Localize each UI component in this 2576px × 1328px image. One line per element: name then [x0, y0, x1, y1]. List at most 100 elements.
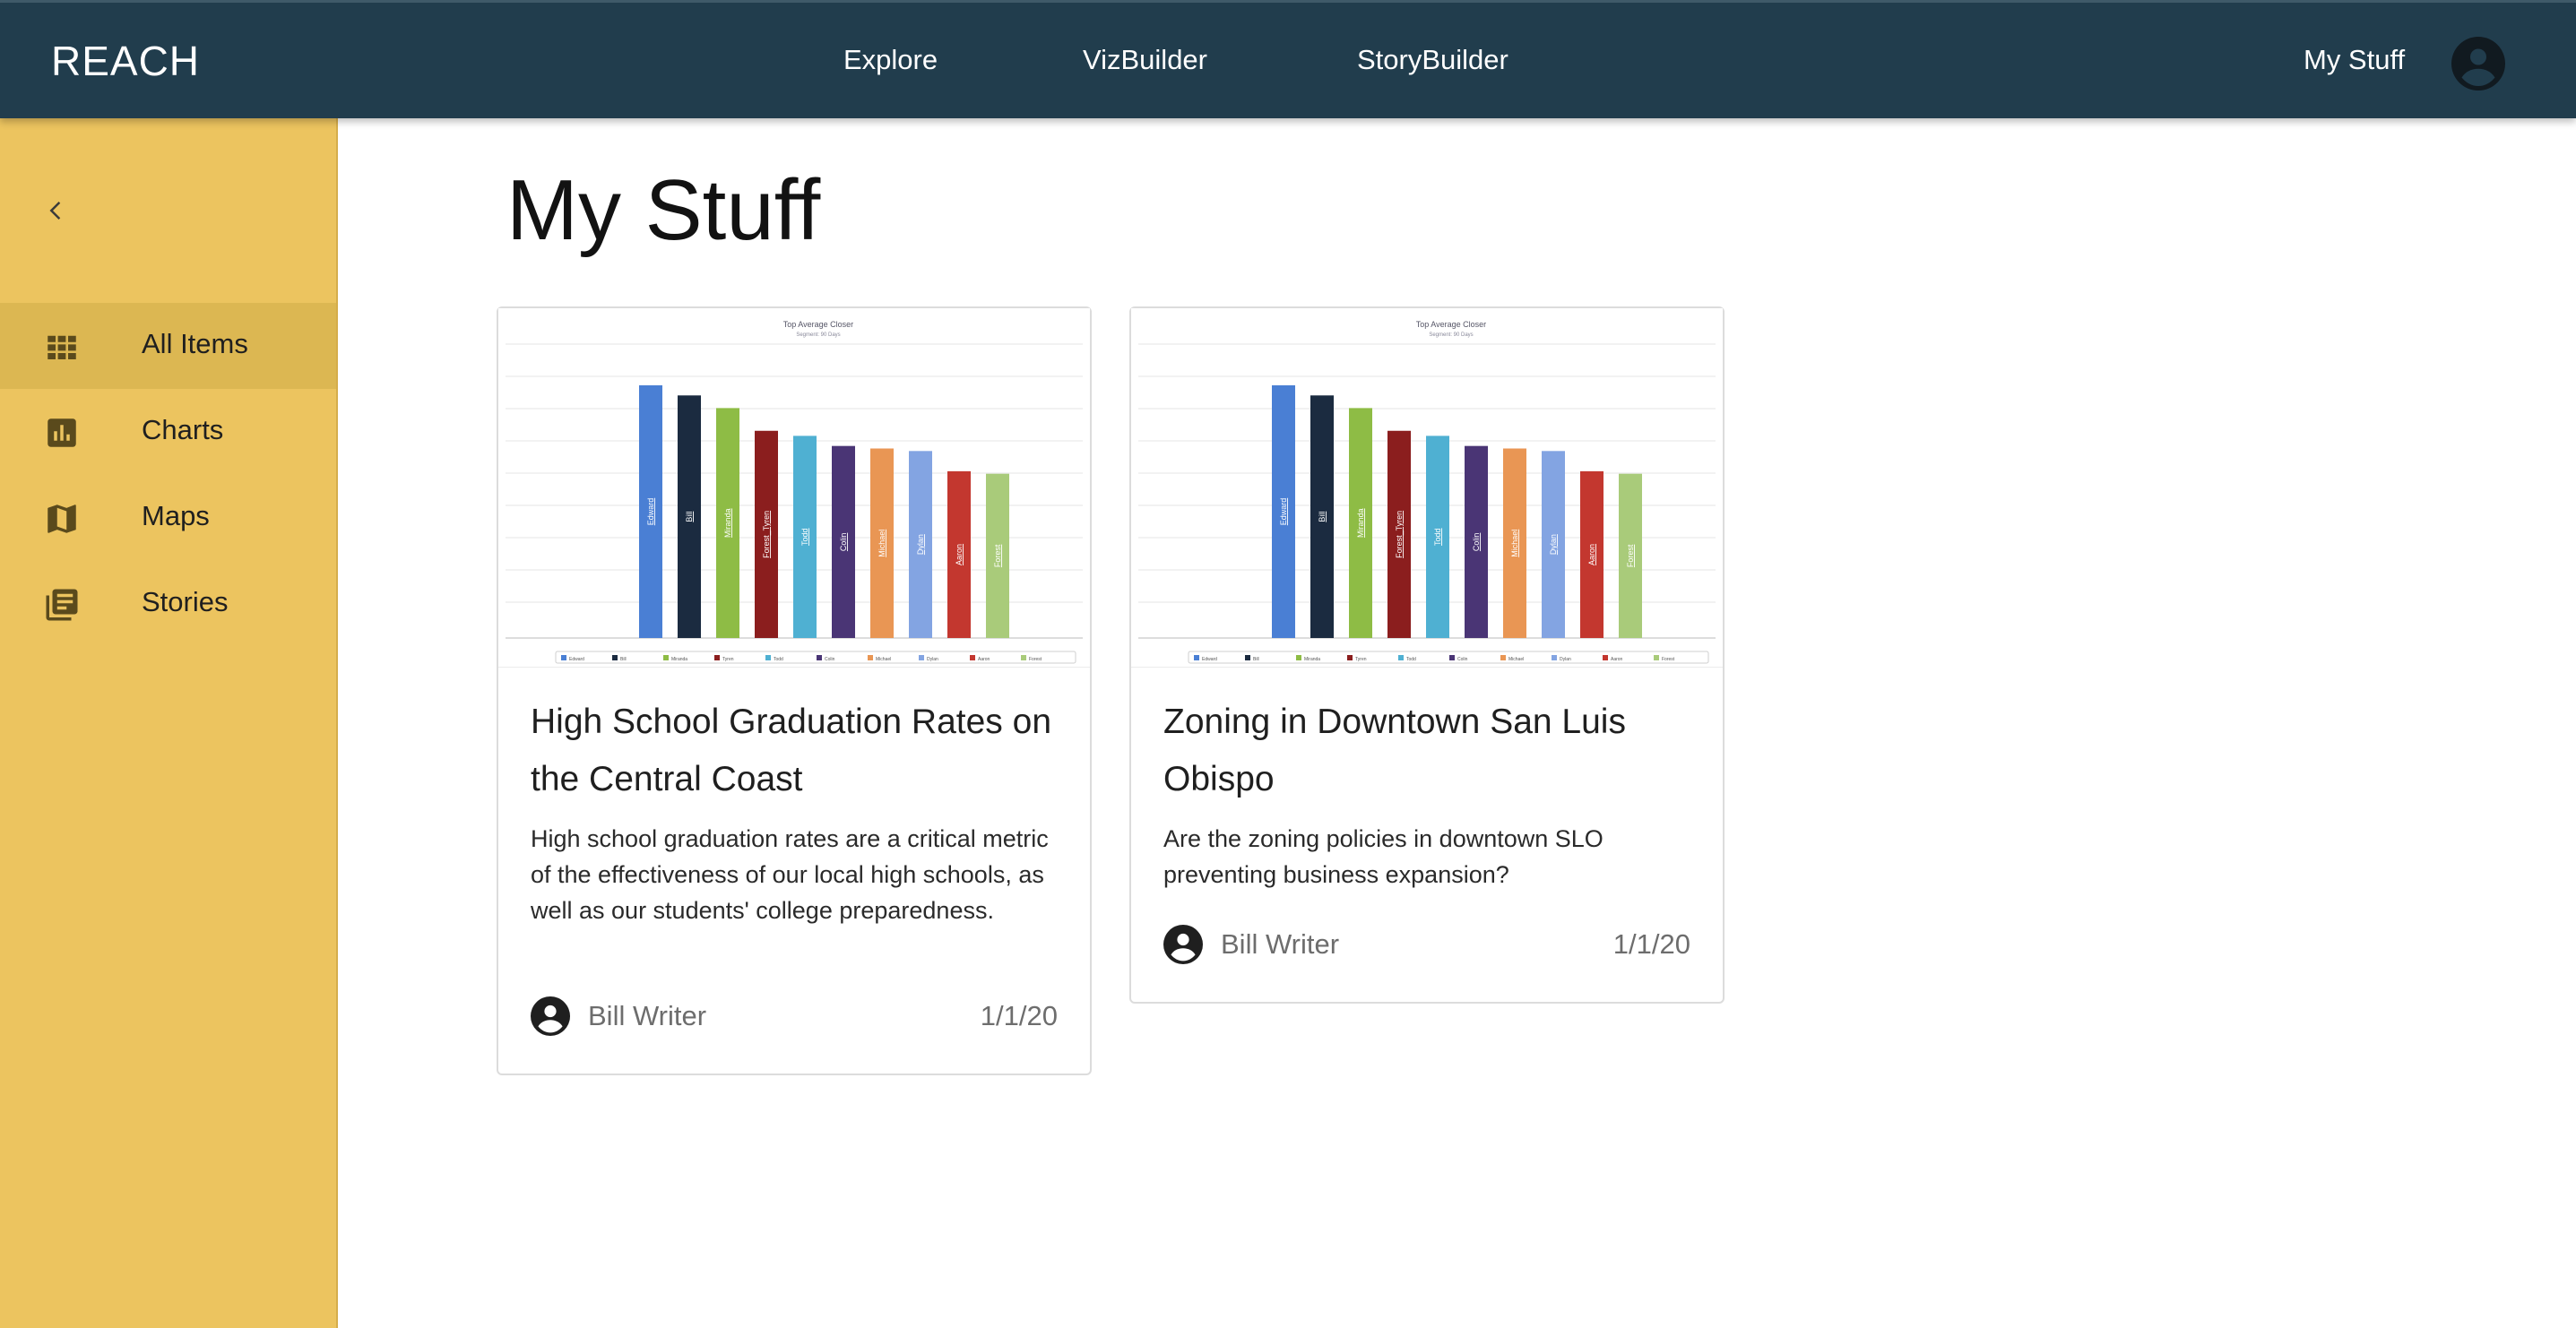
- thumbnail-legend-label: Miranda: [671, 657, 687, 662]
- chart-thumbnail: Top Average Closer Segment: 90 Days Edward…: [1131, 308, 1723, 668]
- card-description: High school graduation rates are a criti…: [531, 825, 1049, 924]
- thumbnail-legend-swatch: [1654, 655, 1659, 660]
- stories-icon: [46, 589, 78, 621]
- thumbnail-legend-swatch: [970, 655, 975, 660]
- thumbnail-legend-swatch: [714, 655, 720, 660]
- card-date: 1/1/20: [980, 1000, 1058, 1031]
- thumbnail-title: Top Average Closer: [1416, 320, 1486, 329]
- thumbnail-legend-swatch: [1347, 655, 1353, 660]
- thumbnail-legend-swatch: [765, 655, 771, 660]
- thumbnail-bar-label: Miranda: [723, 508, 732, 538]
- chevron-left-icon[interactable]: [43, 197, 70, 224]
- thumbnail-legend-label: Tyren: [1355, 657, 1367, 662]
- thumbnail-bar-label: Forest_Tyren: [1395, 511, 1404, 558]
- thumbnail-bar-label: Bill: [685, 512, 694, 522]
- thumbnail-legend-label: Todd: [774, 657, 783, 662]
- card-description: Are the zoning policies in downtown SLO …: [1163, 825, 1604, 888]
- nav-explore[interactable]: Explore: [843, 44, 938, 76]
- thumbnail-bar-label: Bill: [1318, 512, 1327, 522]
- thumbnail-legend-label: Dylan: [927, 657, 938, 662]
- thumbnail-bar-label: Forest_Tyren: [762, 511, 771, 558]
- thumbnail-bar-label: Miranda: [1356, 508, 1365, 538]
- thumbnail-legend-swatch: [1500, 655, 1506, 660]
- thumbnail-legend-label: Aaron: [978, 657, 990, 662]
- nav-storybuilder[interactable]: StoryBuilder: [1357, 44, 1508, 76]
- sidebar-item-charts[interactable]: Charts: [0, 389, 336, 475]
- thumbnail-legend-swatch: [663, 655, 669, 660]
- thumbnail-legend-label: Dylan: [1560, 657, 1571, 662]
- thumbnail-legend-swatch: [1245, 655, 1250, 660]
- thumbnail-legend-swatch: [561, 655, 566, 660]
- sidebar-item-label: All Items: [142, 328, 248, 359]
- thumbnail-subtitle: Segment: 90 Days: [796, 332, 840, 338]
- thumbnail-bar-label: Colin: [1472, 533, 1481, 552]
- thumbnail-legend-label: Colin: [825, 657, 835, 662]
- reach-logo[interactable]: REACH: [51, 37, 200, 85]
- bar-chart-icon: [48, 418, 76, 447]
- top-navigation-bar: REACH Explore VizBuilder StoryBuilder My…: [0, 0, 2576, 118]
- thumbnail-legend-swatch: [1552, 655, 1557, 660]
- sidebar-item-maps[interactable]: Maps: [0, 475, 336, 561]
- thumbnail-legend-swatch: [1021, 655, 1026, 660]
- thumbnail-legend-label: Michael: [1508, 657, 1524, 662]
- thumbnail-legend-label: Bill: [620, 657, 627, 662]
- chart-thumbnail: Top Average Closer Segment: 90 Days Edward…: [498, 308, 1090, 668]
- thumbnail-legend-label: Bill: [1253, 657, 1259, 662]
- thumbnail-legend-label: Edward: [569, 657, 584, 662]
- thumbnail-title: Top Average Closer: [783, 320, 853, 329]
- grid-icon: [48, 335, 76, 359]
- thumbnail-legend: [1188, 651, 1709, 664]
- sidebar: All Items Charts Maps Stories: [0, 118, 338, 1328]
- card-author: Bill Writer: [1221, 928, 1340, 960]
- account-circle-icon[interactable]: [2451, 37, 2505, 91]
- thumbnail-bar-label: Forest: [1626, 544, 1635, 567]
- thumbnail-bar-label: Todd: [800, 528, 809, 546]
- sidebar-item-label: Charts: [142, 414, 224, 445]
- thumbnail-legend-label: Miranda: [1304, 657, 1320, 662]
- thumbnail-bar-label: Aaron: [955, 544, 964, 565]
- thumbnail-legend-swatch: [1398, 655, 1404, 660]
- thumbnail-legend-swatch: [868, 655, 873, 660]
- thumbnail-bar-label: Colin: [839, 533, 848, 552]
- thumbnail-legend-swatch: [1449, 655, 1455, 660]
- thumbnail-legend-swatch: [1194, 655, 1199, 660]
- nav-vizbuilder[interactable]: VizBuilder: [1083, 44, 1207, 76]
- thumbnail-legend-swatch: [919, 655, 924, 660]
- thumbnail-legend-swatch: [1296, 655, 1301, 660]
- thumbnail-bar-label: Edward: [646, 498, 655, 526]
- thumbnail-bar-label: Michael: [1510, 530, 1519, 557]
- thumbnail-legend-label: Colin: [1457, 657, 1468, 662]
- thumbnail-bar-label: Dylan: [916, 534, 925, 555]
- nav-my-stuff[interactable]: My Stuff: [2304, 44, 2405, 76]
- card-date: 1/1/20: [1612, 928, 1690, 960]
- thumbnail-bar-label: Aaron: [1587, 544, 1596, 565]
- thumbnail-legend-swatch: [612, 655, 618, 660]
- thumbnail-legend-swatch: [817, 655, 822, 660]
- thumbnail-bar-label: Forest: [993, 544, 1002, 567]
- thumbnail-legend-label: Edward: [1202, 657, 1217, 662]
- thumbnail-bar-label: Dylan: [1549, 534, 1558, 555]
- thumbnail-legend: [555, 651, 1076, 664]
- sidebar-item-label: Stories: [142, 586, 229, 617]
- thumbnail-subtitle: Segment: 90 Days: [1429, 332, 1473, 338]
- card-title: Zoning in Downtown San Luis Obispo: [1163, 703, 1626, 798]
- card-author: Bill Writer: [588, 1000, 707, 1031]
- page-title: My Stuff: [506, 162, 821, 258]
- thumbnail-legend-swatch: [1603, 655, 1608, 660]
- thumbnail-bar-label: Edward: [1279, 498, 1288, 526]
- sidebar-item-all-items[interactable]: All Items: [0, 303, 336, 389]
- account-circle-icon: [1163, 925, 1203, 964]
- map-icon: [48, 504, 76, 533]
- card-title: High School Graduation Rates on the Cent…: [531, 703, 1052, 798]
- thumbnail-legend-label: Forest: [1029, 657, 1042, 662]
- sidebar-item-stories[interactable]: Stories: [0, 561, 336, 647]
- thumbnail-legend-label: Forest: [1662, 657, 1675, 662]
- thumbnail-bar-label: Michael: [877, 530, 886, 557]
- story-card[interactable]: Top Average Closer Segment: 90 Days Edward…: [1129, 306, 1725, 1004]
- thumbnail-legend-label: Todd: [1406, 657, 1416, 662]
- thumbnail-legend-label: Tyren: [722, 657, 734, 662]
- story-card[interactable]: Top Average Closer Segment: 90 Days Edward…: [497, 306, 1092, 1075]
- account-circle-icon: [531, 996, 570, 1036]
- thumbnail-legend-label: Michael: [876, 657, 891, 662]
- sidebar-item-label: Maps: [142, 500, 210, 531]
